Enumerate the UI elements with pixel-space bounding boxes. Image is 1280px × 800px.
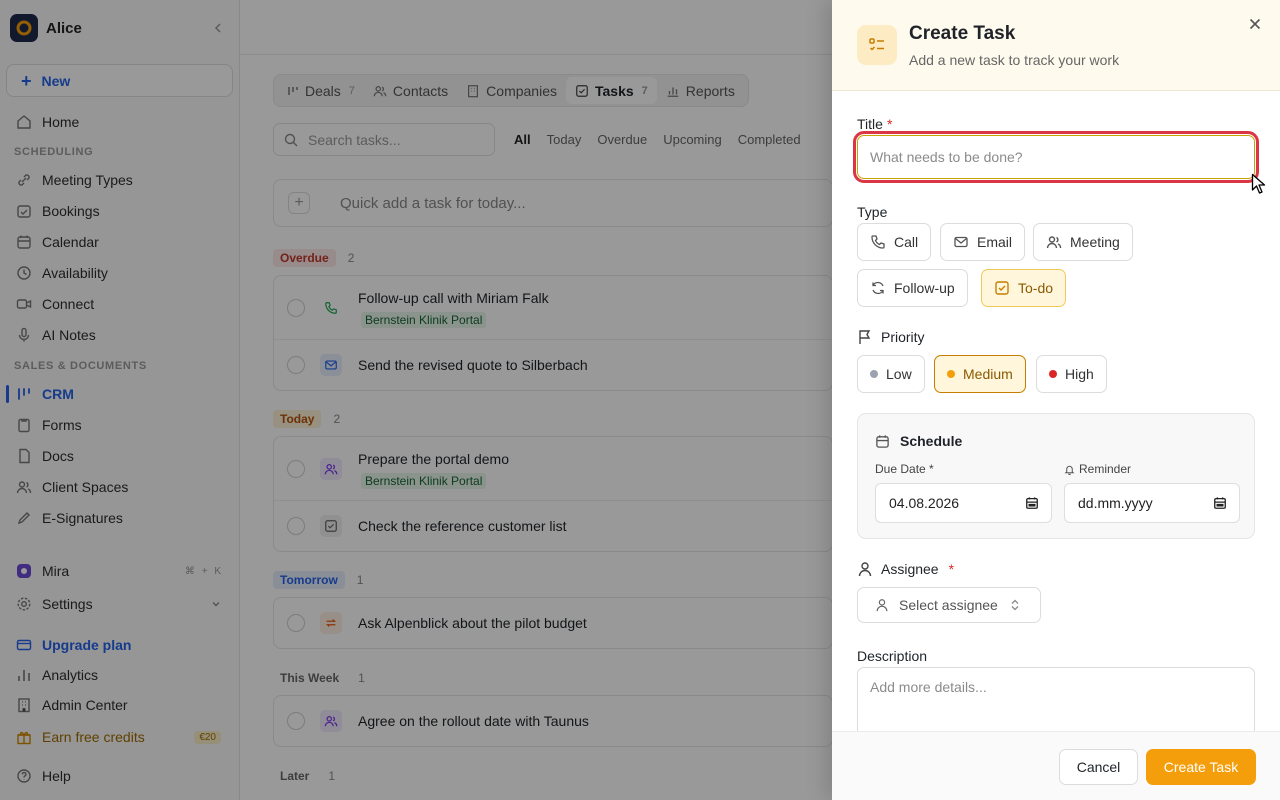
schedule-title: Schedule <box>875 433 962 449</box>
type-label: Type <box>857 204 888 220</box>
user-icon <box>875 598 889 612</box>
refresh-icon <box>870 280 886 296</box>
title-input[interactable]: What needs to be done? <box>853 131 1259 183</box>
title-placeholder: What needs to be done? <box>870 149 1023 165</box>
flag-icon <box>857 329 873 345</box>
mail-icon <box>953 234 969 250</box>
description-placeholder: Add more details... <box>870 679 987 695</box>
title-label-text: Title <box>857 116 883 132</box>
schedule-title-text: Schedule <box>900 433 963 449</box>
description-label: Description <box>857 648 928 664</box>
dialog-header: Create Task Add a new task to track your… <box>832 0 1280 91</box>
type-email-button[interactable]: Email <box>940 223 1026 261</box>
chip-label: Call <box>894 234 919 250</box>
user-icon <box>857 561 873 577</box>
users-icon <box>1046 234 1062 250</box>
priority-low-button[interactable]: Low <box>857 355 925 393</box>
assignee-placeholder: Select assignee <box>899 597 998 613</box>
task-list-icon <box>857 25 897 65</box>
required-mark: * <box>948 561 955 577</box>
modal-backdrop[interactable] <box>0 0 832 800</box>
close-icon[interactable] <box>1247 16 1263 32</box>
create-task-dialog: Create Task Add a new task to track your… <box>832 0 1280 800</box>
priority-label: Priority <box>857 329 925 345</box>
chip-label: Meeting <box>1070 234 1120 250</box>
type-followup-button[interactable]: Follow-up <box>857 269 968 307</box>
cancel-button[interactable]: Cancel <box>1059 749 1138 785</box>
type-meeting-button[interactable]: Meeting <box>1033 223 1133 261</box>
assignee-select[interactable]: Select assignee <box>857 587 1041 623</box>
chip-label: High <box>1065 366 1094 382</box>
priority-high-button[interactable]: High <box>1036 355 1107 393</box>
reminder-value: dd.mm.yyyy <box>1078 495 1153 511</box>
dialog-title: Create Task <box>909 23 1016 44</box>
priority-label-text: Priority <box>881 329 925 345</box>
required-mark: * <box>886 116 893 132</box>
reminder-label: Reminder <box>1064 462 1131 476</box>
due-date-input[interactable]: 04.08.2026 <box>875 483 1052 523</box>
dialog-subtitle: Add a new task to track your work <box>909 52 1120 68</box>
chip-label: To-do <box>1018 280 1054 296</box>
phone-icon <box>870 234 886 250</box>
dialog-footer: Cancel Create Task <box>832 731 1280 800</box>
calendar-picker-icon[interactable] <box>1025 496 1039 510</box>
chip-label: Email <box>977 234 1013 250</box>
type-call-button[interactable]: Call <box>857 223 932 261</box>
checkbox-icon <box>994 280 1010 296</box>
type-todo-button[interactable]: To-do <box>981 269 1067 307</box>
chip-label: Low <box>886 366 912 382</box>
due-date-value: 04.08.2026 <box>889 495 960 511</box>
due-date-label: Due Date * <box>875 462 934 476</box>
chip-label: Medium <box>963 366 1013 382</box>
mouse-cursor-icon <box>1251 173 1267 195</box>
chip-label: Follow-up <box>894 280 955 296</box>
schedule-section: Schedule Due Date * Reminder 04.08.2026 … <box>857 413 1255 539</box>
chevron-up-down-icon <box>1010 599 1020 611</box>
create-task-button[interactable]: Create Task <box>1146 749 1256 785</box>
reminder-input[interactable]: dd.mm.yyyy <box>1064 483 1240 523</box>
priority-dot <box>1049 370 1057 378</box>
priority-medium-button[interactable]: Medium <box>934 355 1026 393</box>
calendar-picker-icon[interactable] <box>1213 496 1227 510</box>
title-label: Title * <box>857 116 892 132</box>
priority-dot <box>947 370 955 378</box>
priority-dot <box>870 370 878 378</box>
bell-icon <box>1064 464 1075 475</box>
assignee-label: Assignee * <box>857 561 954 577</box>
reminder-label-text: Reminder <box>1079 462 1132 476</box>
assignee-label-text: Assignee <box>881 561 939 577</box>
calendar-icon <box>875 434 890 449</box>
